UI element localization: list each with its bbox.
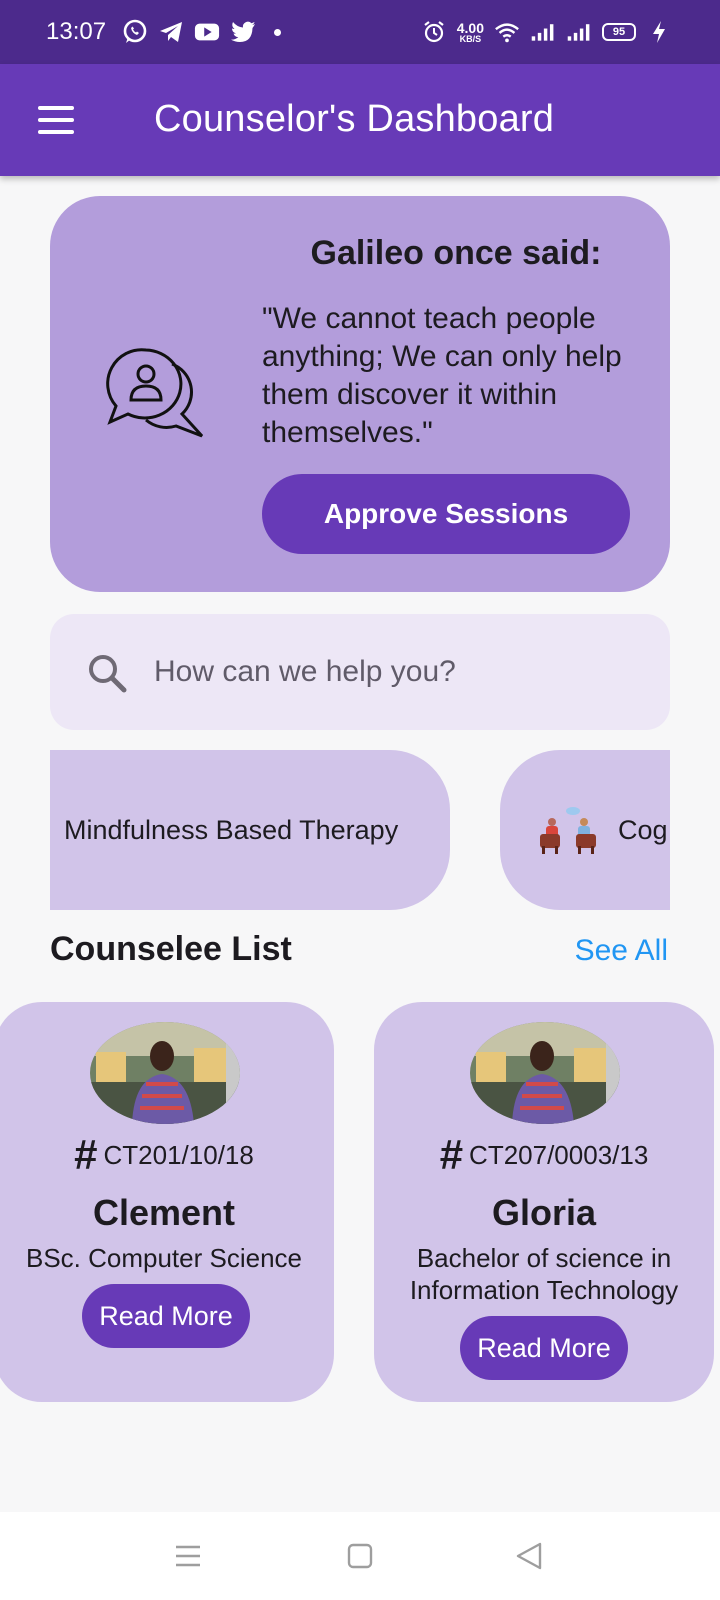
signal-icon bbox=[530, 19, 556, 45]
page-title: Counselor's Dashboard bbox=[154, 98, 555, 140]
battery-indicator: 95 bbox=[602, 23, 636, 41]
avatar bbox=[90, 1022, 240, 1124]
search-icon bbox=[89, 655, 127, 693]
registration-number: # CT207/0003/13 bbox=[439, 1131, 649, 1178]
menu-icon[interactable] bbox=[32, 98, 80, 142]
search-input[interactable] bbox=[154, 640, 634, 704]
counselee-course: Bachelor of science in Information Techn… bbox=[409, 1243, 679, 1305]
category-card-mindfulness[interactable]: Mindfulness Based Therapy bbox=[50, 750, 450, 910]
app-bar: Counselor's Dashboard bbox=[0, 64, 720, 176]
hash-icon: # bbox=[74, 1131, 98, 1178]
youtube-icon bbox=[194, 19, 220, 45]
registration-number: # CT201/10/18 bbox=[74, 1131, 254, 1178]
counselee-list-title: Counselee List bbox=[50, 930, 292, 968]
whatsapp-icon bbox=[122, 19, 148, 45]
network-speed: 4.00 KB/S bbox=[456, 19, 484, 44]
back-icon[interactable] bbox=[510, 1536, 550, 1576]
system-navigation-bar bbox=[0, 1512, 720, 1600]
home-icon[interactable] bbox=[340, 1536, 380, 1576]
recent-apps-icon[interactable] bbox=[168, 1536, 208, 1576]
telegram-icon bbox=[158, 19, 184, 45]
counselee-card[interactable]: # CT201/10/18 Clement BSc. Computer Scie… bbox=[0, 1002, 334, 1402]
quote-card: Galileo once said: "We cannot teach peop… bbox=[50, 196, 670, 592]
read-more-button[interactable]: Read More bbox=[82, 1284, 250, 1348]
counselee-name: Clement bbox=[92, 1192, 236, 1233]
therapy-category-carousel[interactable]: Mindfulness Based Therapy Cog bbox=[50, 750, 670, 910]
therapy-session-icon bbox=[540, 807, 596, 854]
hash-icon: # bbox=[439, 1131, 464, 1178]
twitter-icon bbox=[230, 19, 256, 45]
category-label: Cog bbox=[618, 814, 668, 845]
notification-dot bbox=[274, 28, 282, 36]
alarm-icon bbox=[421, 19, 447, 45]
signal-icon-2 bbox=[566, 19, 592, 45]
category-card-cognitive[interactable]: Cog bbox=[500, 750, 670, 910]
search-bar[interactable] bbox=[50, 614, 670, 730]
wifi-icon bbox=[494, 19, 520, 45]
quote-heading: Galileo once said: bbox=[310, 234, 602, 272]
see-all-link[interactable]: See All bbox=[575, 934, 668, 968]
charging-icon bbox=[646, 19, 672, 45]
counselee-card[interactable]: # CT207/0003/13 Gloria Bachelor of scien… bbox=[374, 1002, 714, 1402]
quote-text: "We cannot teach people anything; We can… bbox=[262, 302, 622, 449]
read-more-button[interactable]: Read More bbox=[460, 1316, 628, 1380]
chat-bubbles-icon bbox=[106, 348, 204, 438]
avatar bbox=[470, 1022, 620, 1124]
category-label: Mindfulness Based Therapy bbox=[64, 814, 399, 845]
counselee-course: BSc. Computer Science bbox=[25, 1243, 302, 1273]
approve-sessions-button[interactable]: Approve Sessions bbox=[262, 474, 630, 554]
status-time: 13:07 bbox=[46, 18, 107, 45]
counselee-name: Gloria bbox=[491, 1192, 597, 1233]
status-bar: 13:07 4.00 KB/S 95 bbox=[0, 0, 720, 64]
